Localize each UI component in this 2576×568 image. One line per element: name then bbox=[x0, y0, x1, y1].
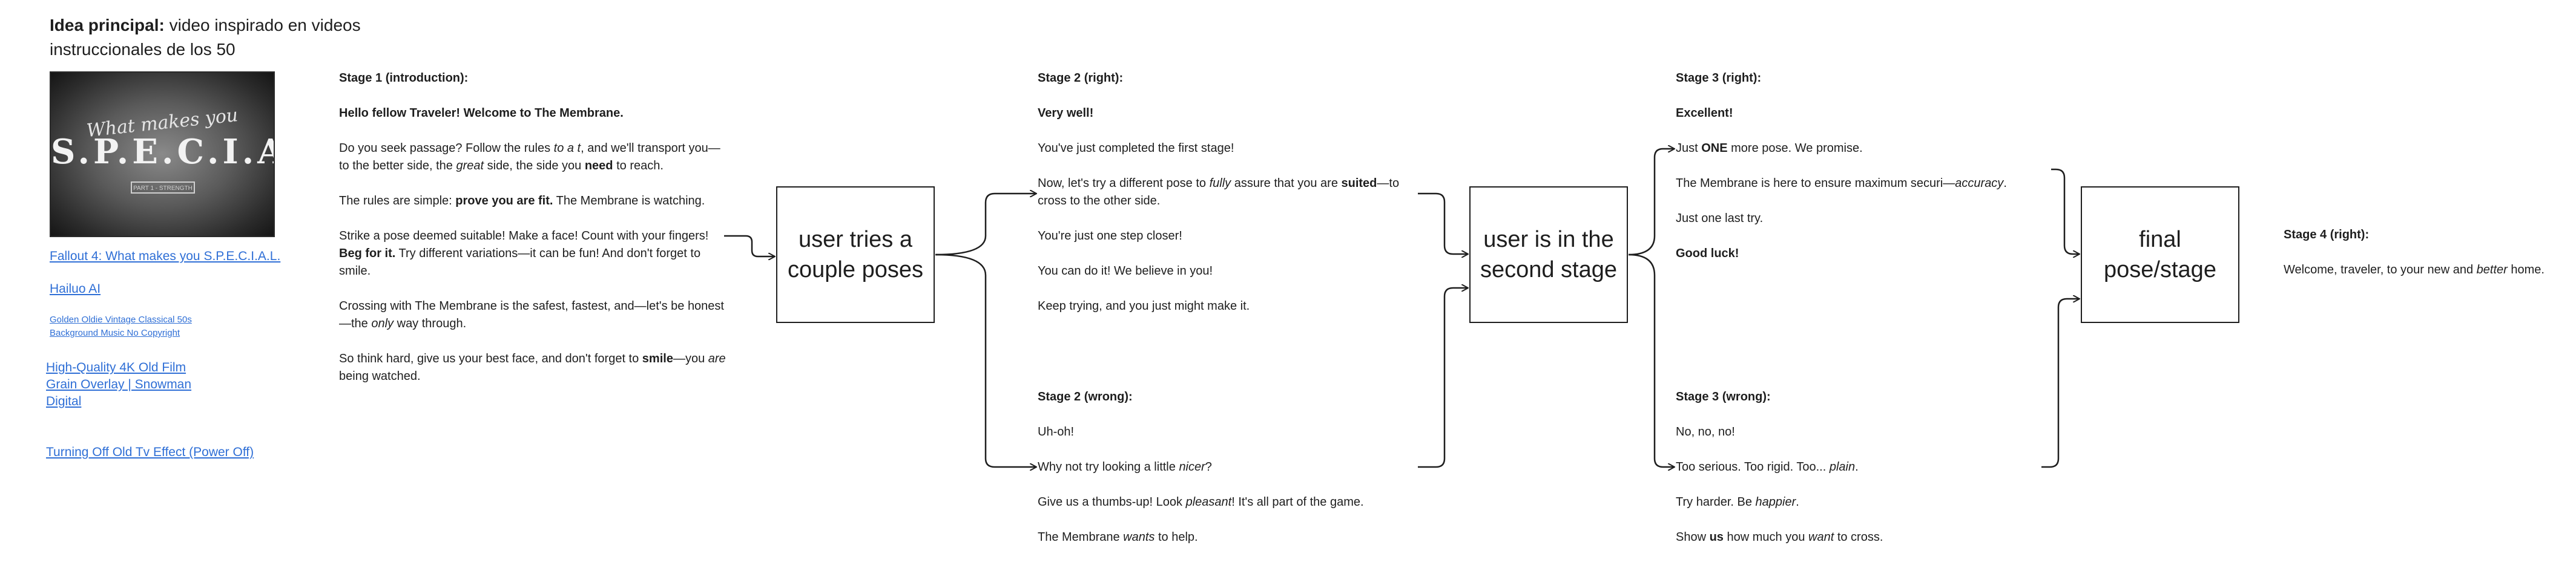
arrow-box1-to-stage2-wrong bbox=[935, 253, 1036, 467]
arrow-box2-to-stage3-wrong bbox=[1628, 253, 1674, 467]
arrow-box1-to-stage2-right bbox=[935, 194, 1036, 256]
arrow-stage2-right-to-box2 bbox=[1418, 192, 1468, 254]
arrow-stage3-right-to-box3 bbox=[2051, 168, 2079, 254]
arrow-stage2-wrong-to-box2 bbox=[1418, 288, 1468, 468]
arrow-stage3-wrong-to-box3 bbox=[2041, 299, 2079, 468]
flow-connectors bbox=[724, 0, 2576, 568]
arrow-stage1-to-box1 bbox=[724, 235, 774, 256]
arrow-box2-to-stage3-right bbox=[1628, 149, 1674, 256]
